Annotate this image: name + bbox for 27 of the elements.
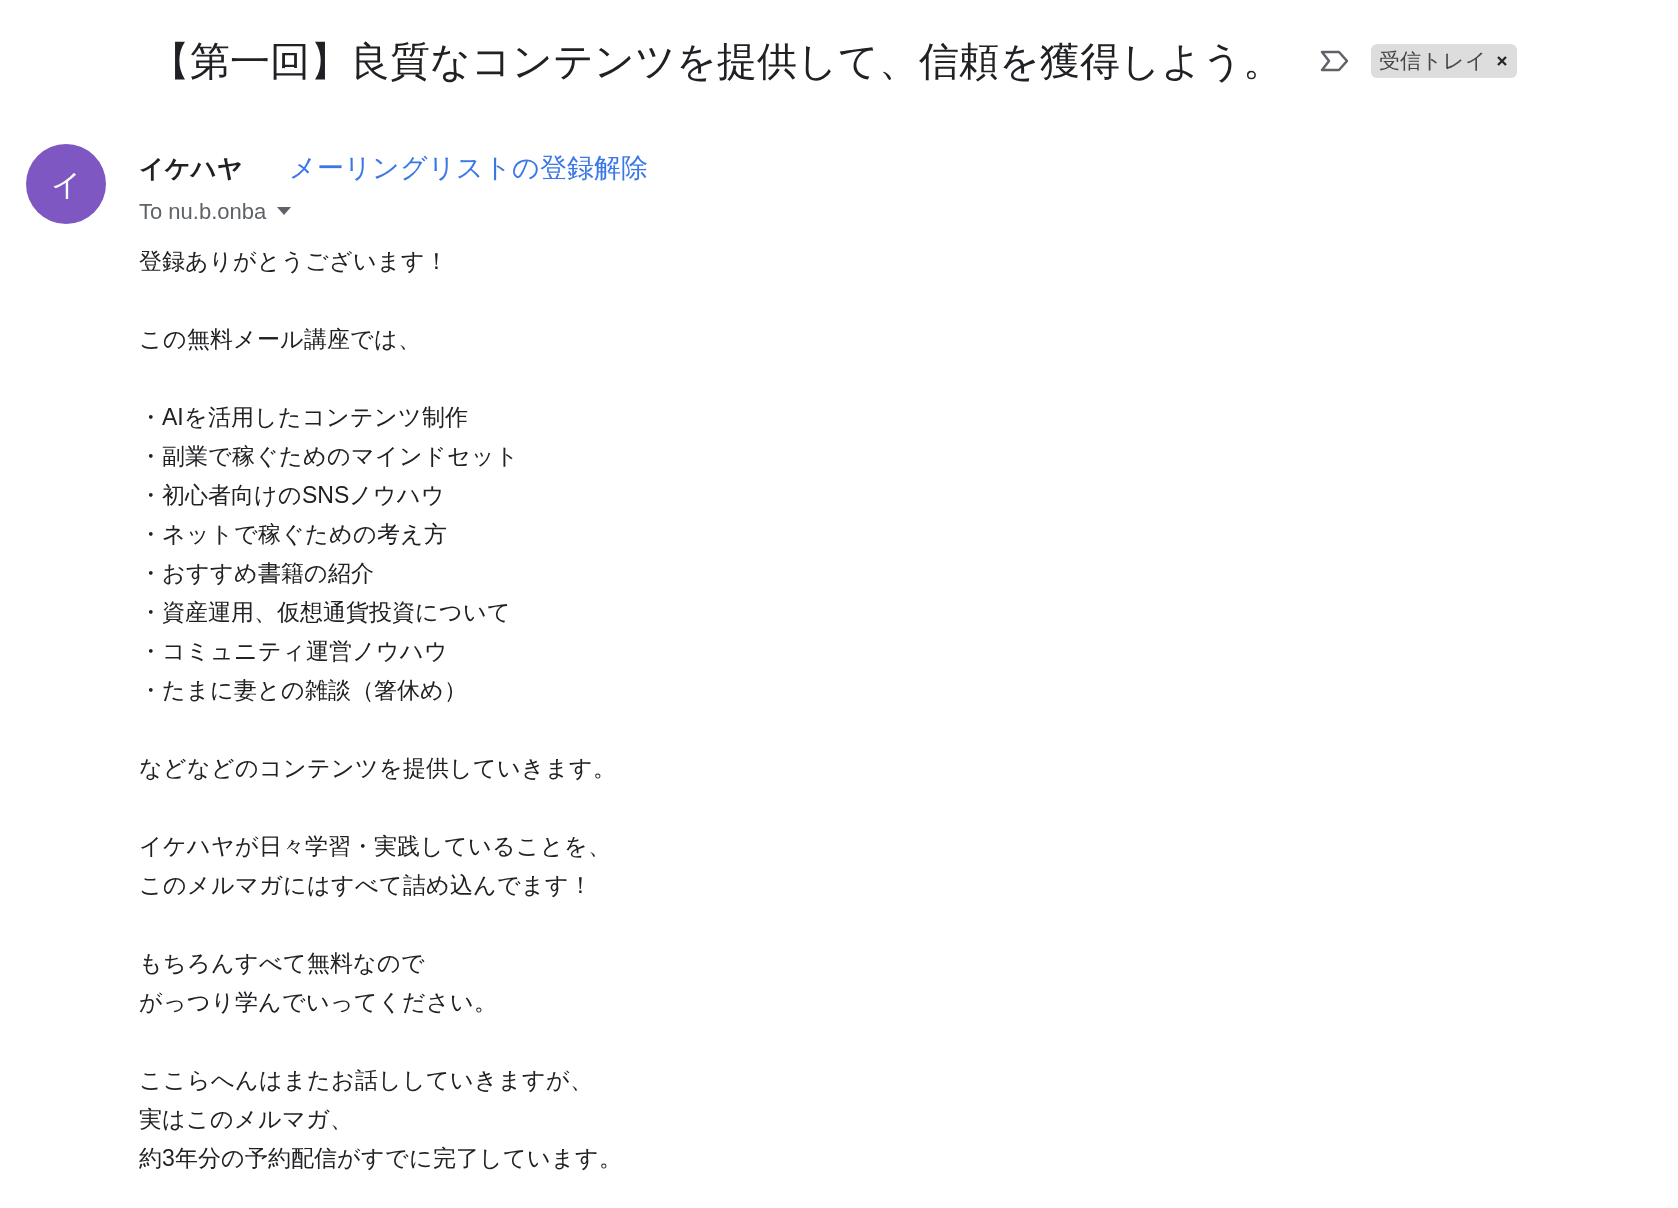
body-text-line: がっつり学んでいってください。 [139,987,497,1017]
body-text-line: ・たまに妻との雑談（箸休め） [139,675,467,705]
body-text-line: ・AIを活用したコンテンツ制作 [139,402,468,432]
sender-avatar: イ [26,144,106,224]
body-text-line: ・副業で稼ぐためのマインドセット [139,441,519,471]
body-text-line: ・おすすめ書籍の紹介 [139,558,374,588]
label-text: 受信トレイ [1379,48,1487,75]
body-text-line: ・ネットで稼ぐための考え方 [139,519,447,549]
importance-marker-icon[interactable] [1319,49,1351,73]
recipient-text: To nu.b.onba [139,197,267,226]
body-text-line: 登録ありがとうございます！ [139,246,448,276]
unsubscribe-link[interactable]: メーリングリストの登録解除 [289,148,648,189]
body-text-line: ・コミュニティ運営ノウハウ [139,636,448,666]
body-text-line: もちろんすべて無料なので [139,948,425,978]
body-text-line: ・資産運用、仮想通貨投資について [139,597,511,627]
body-text-line: ここらへんはまたお話ししていきますが、 [139,1065,593,1095]
body-text-line: 実はこのメルマガ、 [139,1104,353,1134]
body-text-line: イケハヤが日々学習・実践していることを、 [139,831,611,861]
body-text-line: 約3年分の予約配信がすでに完了しています。 [139,1143,622,1173]
close-icon[interactable] [1495,54,1509,68]
dropdown-caret-icon[interactable] [276,206,293,216]
sender-name: イケハヤ [139,153,243,184]
body-text-line: この無料メール講座では、 [139,324,421,354]
body-text-line: ・初心者向けのSNSノウハウ [139,480,446,510]
body-text-line: このメルマガにはすべて詰め込んでます！ [139,870,592,900]
body-text-line: などなどのコンテンツを提供していきます。 [139,753,616,783]
email-subject: 【第一回】良質なコンテンツを提供して、信頼を獲得しよう。 [150,38,1283,85]
